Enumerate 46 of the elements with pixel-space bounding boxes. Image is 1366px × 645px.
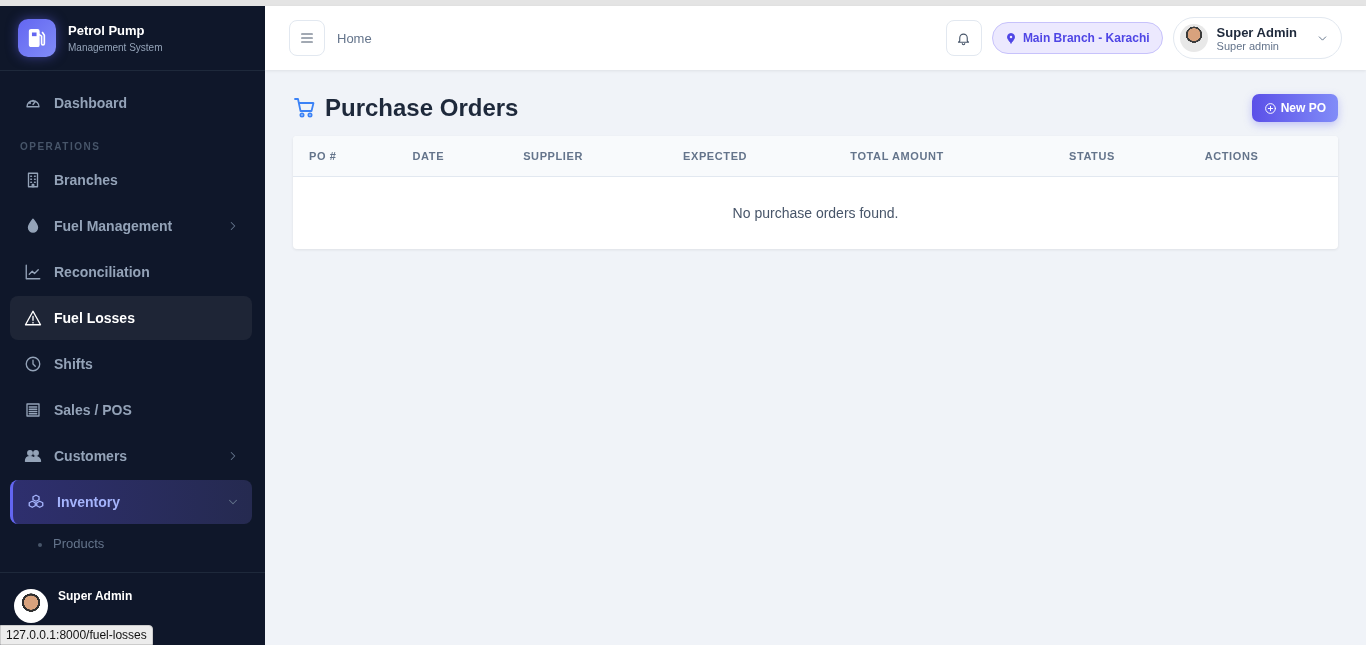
cart-icon (293, 96, 317, 120)
user-role: Super admin (1216, 39, 1279, 52)
map-pin-icon (1004, 32, 1017, 44)
sidebar-item[interactable]: Shifts (10, 342, 252, 386)
column-header: PO # (293, 136, 397, 177)
branch-selector[interactable]: Main Branch - Karachi (991, 22, 1163, 54)
sidebar-item[interactable]: Sales / POS (10, 388, 252, 432)
sidebar-item[interactable]: Branches (10, 158, 252, 202)
app-subtitle: Management System (68, 42, 163, 53)
page-title: Purchase Orders (325, 94, 519, 122)
clock-icon (24, 355, 42, 373)
line-chart-icon (24, 263, 42, 281)
sidebar-item[interactable]: Fuel Losses (10, 296, 252, 340)
sidebar-item[interactable]: Inventory (10, 480, 252, 524)
people-icon (24, 447, 42, 465)
user-name: Super Admin (1216, 24, 1297, 40)
list-icon (24, 401, 42, 419)
fuel-pump-icon (18, 19, 56, 57)
notifications-button[interactable] (945, 20, 982, 56)
cubes-icon (27, 493, 45, 511)
status-url: 127.0.0.1:8000/fuel-losses (0, 625, 153, 645)
avatar (1179, 24, 1208, 52)
app-title: Petrol Pump (68, 23, 146, 38)
column-header: STATUS (1052, 136, 1189, 177)
sidebar-item[interactable]: Customers (10, 434, 252, 478)
warning-icon (24, 309, 42, 327)
breadcrumb[interactable]: Home (337, 30, 372, 46)
sidebar-item[interactable]: Fuel Management (10, 204, 252, 248)
section-heading: OPERATIONS (19, 140, 102, 154)
bell-icon (956, 30, 972, 46)
menu-button[interactable] (289, 20, 325, 56)
user-menu[interactable]: Super Admin Super admin (1172, 17, 1342, 59)
column-header: EXPECTED (667, 136, 835, 177)
user-name: Super Admin (58, 589, 133, 603)
column-header: TOTAL AMOUNT (834, 136, 1053, 177)
plus-circle-icon (1263, 101, 1277, 115)
column-header: DATE (396, 136, 508, 177)
column-header: SUPPLIER (507, 136, 667, 177)
column-header: ACTIONS (1188, 136, 1338, 177)
sidebar-item[interactable]: Reconciliation (10, 250, 252, 294)
sidebar-item[interactable]: Dashboard (10, 81, 252, 125)
new-po-button[interactable]: New PO (1251, 94, 1338, 122)
empty-message: No purchase orders found. (293, 176, 1338, 249)
avatar (14, 589, 48, 623)
submenu-item[interactable]: Products (10, 526, 252, 561)
menu-icon (299, 30, 315, 46)
